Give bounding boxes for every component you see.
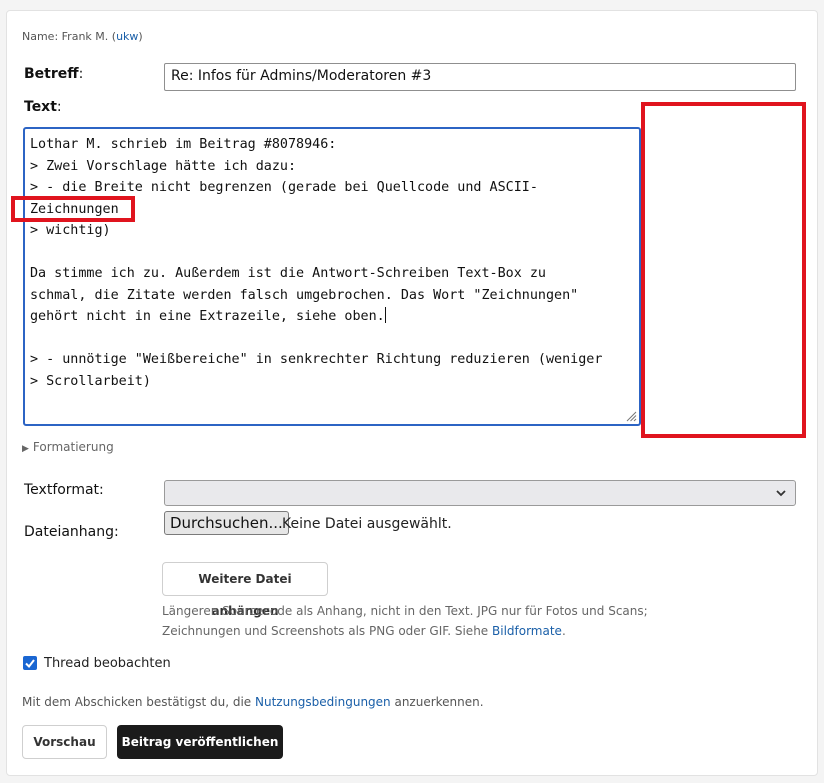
- annotation-highlight-wrapped-word: [11, 196, 135, 222]
- message-textarea[interactable]: Lothar M. schrieb im Beitrag #8078946: >…: [23, 127, 641, 426]
- message-line: > Scrollarbeit): [30, 373, 151, 389]
- watch-thread-checkbox[interactable]: [23, 656, 37, 670]
- add-another-file-button[interactable]: Weitere Datei anhängen: [162, 562, 328, 618]
- message-line: > wichtig): [30, 223, 111, 238]
- message-line-text: gehört nicht in eine Extrazeile, siehe o…: [30, 309, 385, 324]
- terms-of-use-link[interactable]: Nutzungsbedingungen: [255, 695, 391, 709]
- subject-input[interactable]: Re: Infos für Admins/Moderatoren #3: [164, 63, 796, 91]
- author-name-text: Name: Frank M. (: [22, 30, 117, 43]
- text-label-text: Text: [24, 99, 57, 115]
- text-label: Text:: [24, 99, 62, 115]
- terms-notice: Mit dem Abschicken bestätigst du, die Nu…: [22, 695, 484, 709]
- author-username-link[interactable]: ukw: [116, 30, 138, 43]
- attachment-hint-suffix: .: [561, 624, 566, 638]
- textformat-label: Textformat:: [24, 482, 104, 498]
- triangle-right-icon: ▶: [22, 444, 29, 454]
- resize-grip-icon[interactable]: [625, 410, 637, 422]
- formatting-toggle[interactable]: ▶ Formatierung: [22, 440, 114, 454]
- attachment-hint-line-2: Zeichnungen und Screenshots als PNG oder…: [162, 624, 566, 638]
- text-label-colon: :: [56, 99, 62, 115]
- textformat-select[interactable]: [164, 480, 796, 506]
- message-line: > Zwei Vorschlage hätte ich dazu:: [30, 158, 297, 174]
- attachment-label: Dateianhang:: [24, 524, 119, 540]
- terms-notice-suffix: anzuerkennen.: [390, 695, 484, 709]
- attachment-hint-text: Zeichnungen und Screenshots als PNG oder…: [162, 624, 492, 638]
- message-line: Lothar M. schrieb im Beitrag #8078946:: [30, 137, 337, 152]
- checkmark-icon: [25, 659, 35, 669]
- chevron-down-icon: [776, 490, 786, 497]
- publish-post-button[interactable]: Beitrag veröffentlichen: [117, 725, 283, 759]
- author-name-line: Name: Frank M. (ukw): [22, 30, 143, 43]
- subject-label: Betreff:: [24, 66, 83, 82]
- author-name-suffix: ): [138, 30, 143, 43]
- message-line: > - unnötige "Weißbereiche" in senkrecht…: [30, 352, 603, 367]
- message-line: Da stimme ich zu. Außerdem ist die Antwo…: [30, 266, 546, 281]
- text-caret: [384, 307, 386, 323]
- subject-label-colon: :: [78, 66, 84, 82]
- message-line: schmal, die Zitate werden falsch umgebro…: [30, 287, 579, 303]
- browse-file-button[interactable]: Durchsuchen...: [164, 511, 289, 535]
- formatting-toggle-label: Formatierung: [32, 440, 114, 454]
- terms-notice-text: Mit dem Abschicken bestätigst du, die: [22, 695, 255, 709]
- subject-label-text: Betreff: [24, 66, 79, 82]
- no-file-selected-text: Keine Datei ausgewählt.: [282, 516, 452, 532]
- image-formats-link[interactable]: Bildformate: [492, 624, 562, 638]
- watch-thread-label[interactable]: Thread beobachten: [44, 656, 171, 671]
- preview-button[interactable]: Vorschau: [22, 725, 107, 759]
- annotation-highlight-unused-space: [641, 102, 806, 438]
- message-line-with-caret: gehört nicht in eine Extrazeile, siehe o…: [30, 306, 386, 328]
- attachment-hint-line-1: Längeren Sourcecode als Anhang, nicht in…: [162, 604, 648, 618]
